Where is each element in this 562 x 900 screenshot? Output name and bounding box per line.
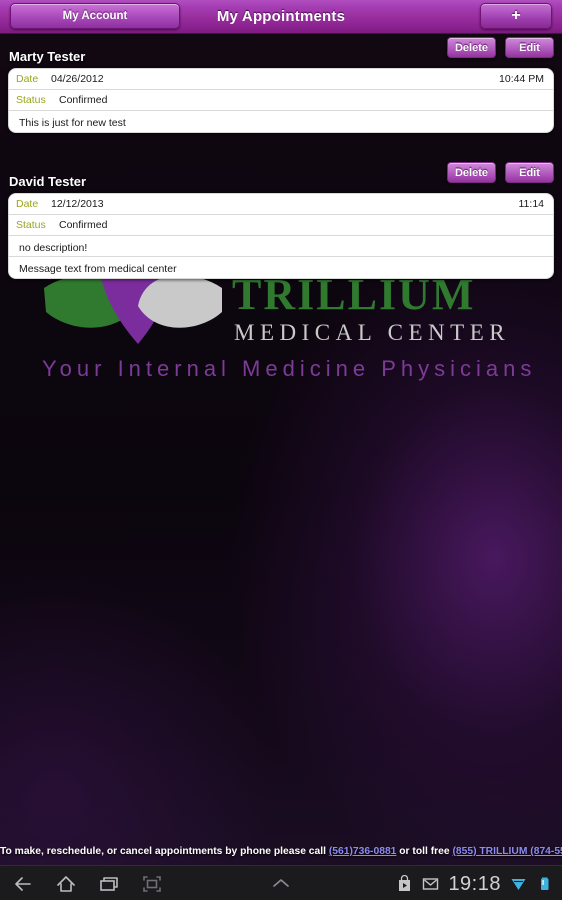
appointments-list: Marty Tester Delete Edit Date 04/26/2012 … [0, 34, 562, 279]
app-header: My Account My Appointments + [0, 0, 562, 34]
gmail-icon[interactable] [422, 875, 439, 892]
date-row: Date 04/26/2012 10:44 PM [9, 69, 553, 90]
message-row: Message text from medical center [9, 257, 553, 278]
description-row: no description! [9, 236, 553, 257]
description-value: no description! [19, 242, 88, 254]
appointment-item: Marty Tester Delete Edit Date 04/26/2012 … [0, 34, 562, 133]
appointment-card: Date 12/12/2013 11:14 Status Confirmed no … [8, 193, 554, 279]
footer-text-middle: or toll free [396, 846, 453, 857]
edit-button[interactable]: Edit [505, 37, 554, 58]
screenshot-icon[interactable] [139, 871, 165, 897]
status-row: Status Confirmed [9, 215, 553, 236]
appointment-header: Marty Tester Delete Edit [0, 34, 562, 68]
status-label: Status [16, 219, 46, 231]
description-row: This is just for new test [9, 111, 553, 132]
logo-tagline: Your Internal Medicine Physicians [42, 356, 537, 381]
recents-icon[interactable] [96, 871, 122, 897]
battery-icon [541, 877, 549, 890]
delete-button[interactable]: Delete [447, 37, 496, 58]
date-row: Date 12/12/2013 11:14 [9, 194, 553, 215]
footer-contact: To make, reschedule, or cancel appointme… [0, 839, 562, 865]
phone-primary-link[interactable]: (561)736-0881 [329, 846, 397, 857]
status-value: Confirmed [59, 219, 108, 231]
wifi-icon [511, 879, 526, 890]
appointment-header: David Tester Delete Edit [0, 159, 562, 193]
delete-button[interactable]: Delete [447, 162, 496, 183]
time-value: 10:44 PM [499, 73, 544, 85]
appointment-item: David Tester Delete Edit Date 12/12/2013 … [0, 159, 562, 279]
navbar-buttons [10, 866, 165, 900]
description-value: This is just for new test [19, 117, 126, 129]
footer-text-before: To make, reschedule, or cancel appointme… [0, 846, 329, 857]
date-label: Date [16, 198, 39, 210]
appointment-card: Date 04/26/2012 10:44 PM Status Confirmed … [8, 68, 554, 133]
home-icon[interactable] [53, 871, 79, 897]
android-navbar: 19:18 [0, 865, 562, 900]
phone-tollfree-link[interactable]: (855) TRILLIUM (874-5548) [452, 846, 562, 857]
appointment-actions: Delete Edit [447, 37, 554, 58]
status-clock: 19:18 [448, 872, 501, 895]
message-value: Message text from medical center [19, 263, 177, 275]
date-label: Date [16, 73, 39, 85]
status-row: Status Confirmed [9, 90, 553, 111]
status-icons: 19:18 [396, 866, 553, 900]
patient-name: David Tester [9, 174, 87, 189]
back-icon[interactable] [10, 871, 36, 897]
logo-subtitle: MEDICAL CENTER [234, 320, 511, 345]
page-title: My Appointments [216, 8, 346, 25]
appointment-actions: Delete Edit [447, 162, 554, 183]
add-appointment-button[interactable]: + [480, 3, 552, 29]
play-store-icon[interactable] [396, 875, 413, 892]
status-label: Status [16, 94, 46, 106]
app-root: My Account My Appointments + TRILLIUM ME… [0, 0, 562, 900]
patient-name: Marty Tester [9, 49, 86, 64]
time-value: 11:14 [518, 198, 545, 210]
chevron-up-icon[interactable] [268, 871, 294, 897]
edit-button[interactable]: Edit [505, 162, 554, 183]
trillium-logo: TRILLIUM MEDICAL CENTER Your Internal Me… [0, 268, 562, 388]
date-value: 12/12/2013 [51, 198, 104, 210]
date-value: 04/26/2012 [51, 73, 104, 85]
status-value: Confirmed [59, 94, 108, 106]
trillium-flower-icon [44, 274, 222, 344]
